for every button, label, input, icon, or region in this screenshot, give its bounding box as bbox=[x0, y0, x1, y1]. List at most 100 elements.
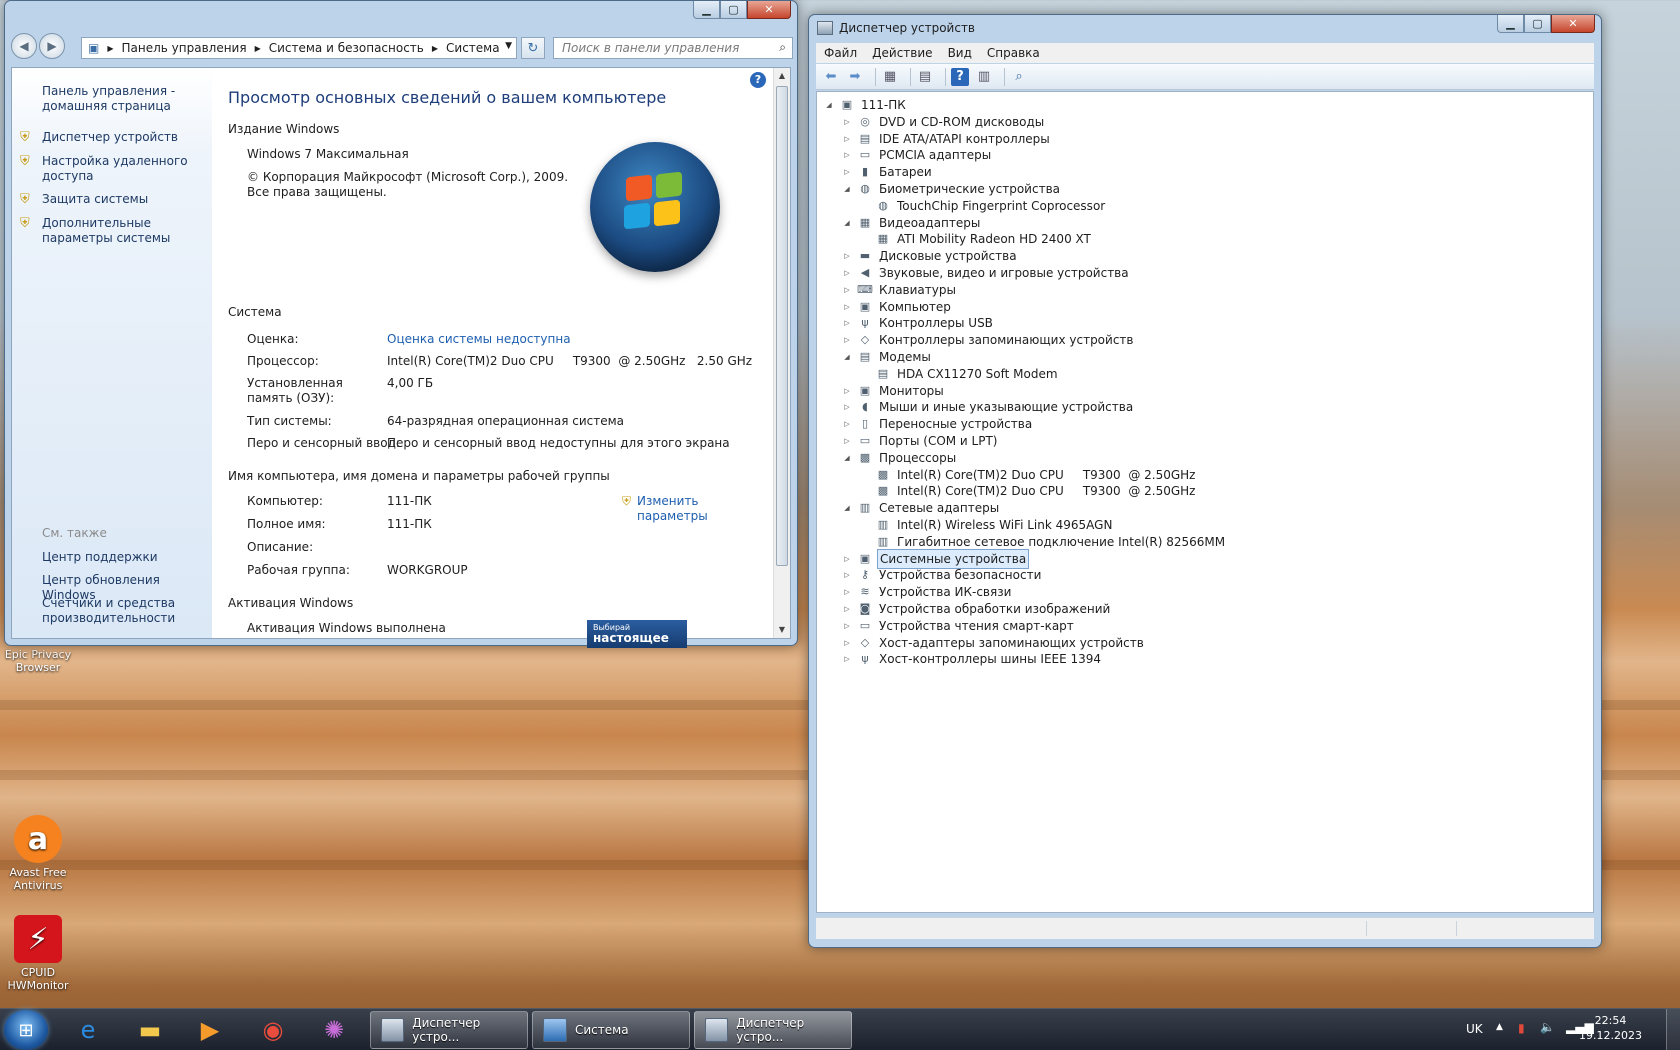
tree-node[interactable]: ▷ ◖ Мыши и иные указывающие устройства bbox=[841, 398, 1135, 416]
expand-arrow-icon[interactable]: ▷ bbox=[841, 550, 853, 568]
minimize-button[interactable]: ▁ bbox=[1497, 15, 1524, 33]
genuine-badge[interactable]: Выбирай настоящее bbox=[587, 620, 687, 648]
clock[interactable]: 22:54 19.12.2023 bbox=[1579, 1013, 1642, 1043]
collapse-arrow-icon[interactable]: ◢ bbox=[841, 180, 853, 198]
help-icon[interactable]: ? bbox=[951, 67, 969, 86]
expand-arrow-icon[interactable]: ▷ bbox=[841, 247, 853, 265]
sidebar-home-link[interactable]: Панель управления - домашняя страница bbox=[42, 84, 202, 114]
tree-node[interactable]: ▷ ◀ Звуковые, видео и игровые устройства bbox=[841, 264, 1131, 282]
desktop-icon-epic-browser[interactable]: Epic Privacy Browser bbox=[0, 648, 76, 674]
search-input[interactable]: Поиск в панели управления ⌕ bbox=[553, 37, 793, 59]
menu-action[interactable]: Действие bbox=[872, 46, 932, 60]
expand-arrow-icon[interactable]: ▷ bbox=[841, 130, 853, 148]
tree-node[interactable]: ▷ ▯ Переносные устройства bbox=[841, 415, 1034, 433]
tree-node[interactable]: ▷ ▣ Компьютер bbox=[841, 298, 953, 316]
collapse-arrow-icon[interactable]: ◢ bbox=[841, 348, 853, 366]
power-icon[interactable]: ▮ bbox=[1518, 1021, 1525, 1035]
expand-arrow-icon[interactable]: ▷ bbox=[841, 415, 853, 433]
expand-arrow-icon[interactable]: ▷ bbox=[841, 331, 853, 349]
menu-view[interactable]: Вид bbox=[948, 46, 972, 60]
tree-node[interactable]: ▷ ◙ Устройства обработки изображений bbox=[841, 600, 1112, 618]
desktop-icon-hwmonitor[interactable]: ⚡ CPUID HWMonitor bbox=[0, 915, 76, 992]
sidebar-link-device-manager[interactable]: ⛨ Диспетчер устройств bbox=[20, 130, 207, 145]
start-button[interactable]: ⊞ bbox=[4, 1010, 48, 1050]
search-icon[interactable]: ⌕ bbox=[779, 40, 786, 55]
expand-arrow-icon[interactable]: ▷ bbox=[841, 634, 853, 652]
tree-node[interactable]: ▷ ◇ Хост-адаптеры запоминающих устройств bbox=[841, 634, 1146, 652]
collapse-arrow-icon[interactable]: ◢ bbox=[841, 449, 853, 467]
expand-arrow-icon[interactable]: ▷ bbox=[841, 298, 853, 316]
menu-help[interactable]: Справка bbox=[987, 46, 1040, 60]
tree-node[interactable]: ▷ ◇ Контроллеры запоминающих устройств bbox=[841, 331, 1135, 349]
chrome-icon[interactable]: ◉ bbox=[245, 1012, 301, 1048]
tree-node[interactable]: ▷ ▮ Батареи bbox=[841, 163, 934, 181]
expand-arrow-icon[interactable]: ▷ bbox=[841, 113, 853, 131]
tree-node[interactable]: ▷ ⌨ Клавиатуры bbox=[841, 281, 958, 299]
scroll-thumb[interactable] bbox=[776, 86, 788, 566]
scan-hardware-icon[interactable]: ⌕ bbox=[1010, 68, 1028, 86]
vertical-scrollbar[interactable]: ▲ ▼ bbox=[773, 68, 790, 638]
tree-node[interactable]: ▷ ψ Контроллеры USB bbox=[841, 314, 995, 332]
internet-explorer-icon[interactable]: e bbox=[60, 1012, 116, 1048]
volume-icon[interactable]: 🔈 bbox=[1540, 1020, 1555, 1034]
expand-arrow-icon[interactable]: ▷ bbox=[841, 382, 853, 400]
minimize-button[interactable]: ▁ bbox=[693, 1, 720, 19]
sidebar-link-protection[interactable]: ⛨ Защита системы bbox=[20, 192, 207, 207]
expand-arrow-icon[interactable]: ▷ bbox=[841, 617, 853, 635]
tree-node[interactable]: ▷ ▭ Порты (COM и LPT) bbox=[841, 432, 999, 450]
tree-node[interactable]: ▷ ▤ IDE ATA/ATAPI контроллеры bbox=[841, 130, 1052, 148]
see-also-action-center[interactable]: Центр поддержки bbox=[42, 550, 207, 565]
show-hide-tree-icon[interactable]: ▦ bbox=[881, 68, 899, 86]
forward-arrow-icon[interactable]: ➡ bbox=[846, 68, 864, 86]
view-icon[interactable]: ▥ bbox=[975, 68, 993, 86]
tree-node[interactable]: ▷ ▣ Мониторы bbox=[841, 382, 946, 400]
properties-icon[interactable]: ▤ bbox=[916, 68, 934, 86]
menu-file[interactable]: Файл bbox=[824, 46, 857, 60]
back-arrow-icon[interactable]: ⬅ bbox=[822, 68, 840, 86]
tree-node[interactable]: ▷ ▭ PCMCIA адаптеры bbox=[841, 146, 993, 164]
maximize-button[interactable]: ▢ bbox=[720, 1, 747, 19]
tree-node[interactable]: ▦ ATI Mobility Radeon HD 2400 XT bbox=[859, 230, 1093, 248]
expand-arrow-icon[interactable]: ▷ bbox=[841, 566, 853, 584]
expand-arrow-icon[interactable]: ▷ bbox=[841, 398, 853, 416]
expand-arrow-icon[interactable]: ▷ bbox=[841, 163, 853, 181]
back-button[interactable]: ◀ bbox=[11, 33, 37, 59]
tree-node[interactable]: ◢ ▤ Модемы bbox=[841, 348, 933, 366]
dropdown-arrow-icon[interactable]: ▼ bbox=[505, 41, 512, 51]
tree-node[interactable]: ◢ ▣ 111-ПК bbox=[823, 96, 908, 114]
expand-arrow-icon[interactable]: ▷ bbox=[841, 432, 853, 450]
breadcrumb-item[interactable]: Система и безопасность bbox=[269, 41, 424, 55]
expand-arrow-icon[interactable]: ▷ bbox=[841, 650, 853, 668]
tree-node[interactable]: ▷ ▭ Устройства чтения смарт-карт bbox=[841, 617, 1076, 635]
show-hidden-icons[interactable]: ▲ bbox=[1496, 1022, 1503, 1032]
taskbar-system[interactable]: Система bbox=[532, 1011, 690, 1049]
tree-node[interactable]: ◢ ◍ Биометрические устройства bbox=[841, 180, 1062, 198]
tree-node[interactable]: ▩ Intel(R) Core(TM)2 Duo CPU T9300 @ 2.50… bbox=[859, 482, 1197, 500]
change-settings-link[interactable]: ⛨ Изменить параметры bbox=[622, 494, 717, 524]
breadcrumb-item[interactable]: Панель управления bbox=[122, 41, 247, 55]
rating-link[interactable]: Оценка системы недоступна bbox=[387, 332, 571, 347]
browser-icon[interactable]: ✺ bbox=[306, 1012, 362, 1048]
refresh-button[interactable]: ↻ bbox=[521, 37, 545, 59]
expand-arrow-icon[interactable]: ▷ bbox=[841, 146, 853, 164]
scroll-up-icon[interactable]: ▲ bbox=[774, 68, 790, 84]
breadcrumb-item[interactable]: Система bbox=[446, 41, 500, 55]
sidebar-link-advanced[interactable]: ⛨ Дополнительные параметры системы bbox=[20, 216, 207, 246]
expand-arrow-icon[interactable]: ▷ bbox=[841, 583, 853, 601]
help-icon[interactable]: ? bbox=[750, 72, 766, 88]
tree-node[interactable]: ◢ ▥ Сетевые адаптеры bbox=[841, 499, 1001, 517]
collapse-arrow-icon[interactable]: ◢ bbox=[841, 214, 853, 232]
close-button[interactable]: ✕ bbox=[1551, 15, 1595, 33]
tree-node[interactable]: ▥ Intel(R) Wireless WiFi Link 4965AGN bbox=[859, 516, 1114, 534]
expand-arrow-icon[interactable]: ▷ bbox=[841, 314, 853, 332]
close-button[interactable]: ✕ bbox=[747, 1, 791, 19]
expand-arrow-icon[interactable]: ▷ bbox=[841, 281, 853, 299]
tree-node[interactable]: ▷ ⚷ Устройства безопасности bbox=[841, 566, 1043, 584]
see-also-performance[interactable]: Счетчики и средства производительности bbox=[42, 596, 207, 626]
taskbar-device-manager[interactable]: Диспетчер устро... bbox=[370, 1011, 528, 1049]
forward-button[interactable]: ▶ bbox=[39, 33, 65, 59]
collapse-arrow-icon[interactable]: ◢ bbox=[841, 499, 853, 517]
tree-node[interactable]: ▩ Intel(R) Core(TM)2 Duo CPU T9300 @ 2.50… bbox=[859, 466, 1197, 484]
tree-node[interactable]: ◢ ▦ Видеоадаптеры bbox=[841, 214, 982, 232]
desktop-icon-avast[interactable]: a Avast Free Antivirus bbox=[0, 815, 76, 892]
